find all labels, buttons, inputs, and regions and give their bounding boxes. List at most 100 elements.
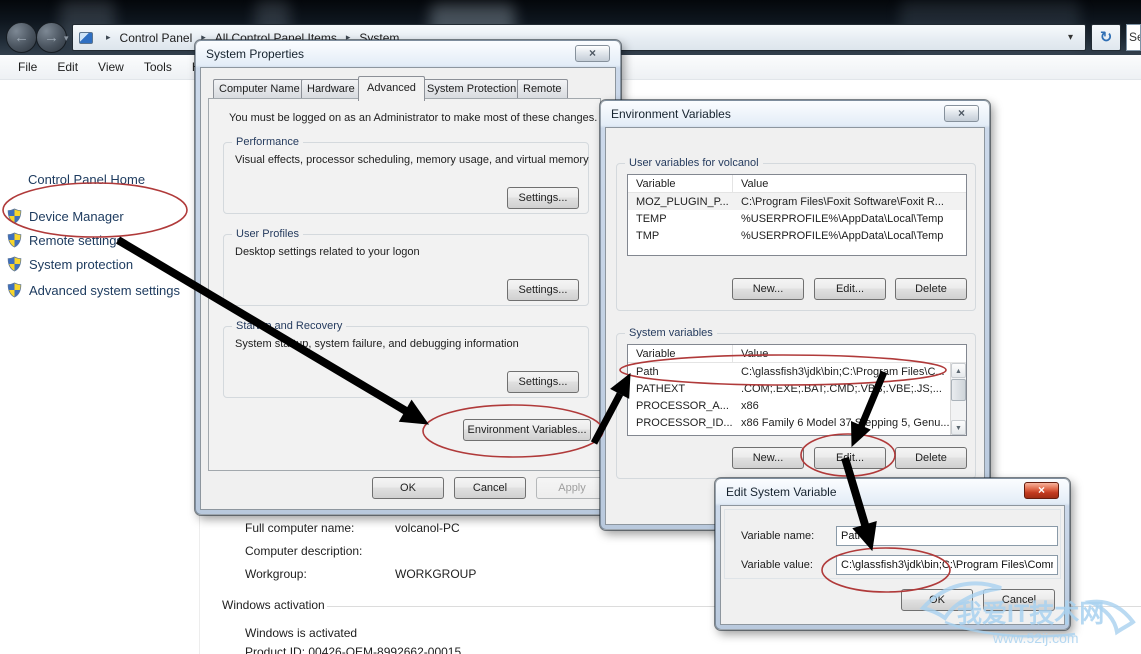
menu-view[interactable]: View <box>88 57 134 77</box>
dialog-body: User variables for volcanol Variable Val… <box>605 127 985 525</box>
menu-edit[interactable]: Edit <box>47 57 88 77</box>
sidebar-item-control-panel-home[interactable]: Control Panel Home <box>28 172 145 187</box>
startup-settings-button[interactable]: Settings... <box>507 371 579 393</box>
table-row[interactable]: PROCESSOR_ID... x86 Family 6 Model 37 St… <box>628 414 966 431</box>
column-header-value[interactable]: Value <box>733 345 966 362</box>
chevron-down-icon: ▾ <box>1067 32 1073 43</box>
info-label: Workgroup: <box>245 567 307 581</box>
system-edit-button[interactable]: Edit... <box>814 447 886 469</box>
column-header-variable[interactable]: Variable <box>628 345 733 362</box>
scroll-up-icon[interactable]: ▲ <box>951 363 966 378</box>
scroll-thumb[interactable] <box>951 379 966 401</box>
table-row-path[interactable]: Path C:\glassfish3\jdk\bin;C:\Program Fi… <box>628 363 966 380</box>
system-icon <box>79 31 93 44</box>
tab-computer-name[interactable]: Computer Name <box>213 79 306 99</box>
system-delete-button[interactable]: Delete <box>895 447 967 469</box>
close-icon: × <box>957 106 965 120</box>
breadcrumb-control-panel[interactable]: Control Panel <box>118 29 195 47</box>
search-input[interactable]: Se <box>1126 24 1141 51</box>
forward-button[interactable]: → <box>36 22 67 53</box>
menu-file[interactable]: File <box>8 57 47 77</box>
cell-value: x86 Family 6 Model 37 Stepping 5, Genu..… <box>741 416 950 429</box>
dialog-body: Variable name: Variable value: OK Cancel <box>720 505 1065 625</box>
uac-shield-icon <box>7 232 22 248</box>
close-button[interactable]: × <box>944 105 979 122</box>
variable-name-label: Variable name: <box>741 530 815 542</box>
info-label: Computer description: <box>245 544 363 558</box>
tab-system-protection[interactable]: System Protection <box>421 79 523 99</box>
table-row[interactable]: PROCESSOR_A... x86 <box>628 397 966 414</box>
dialog-title: Edit System Variable <box>726 485 837 499</box>
variable-name-input[interactable] <box>836 526 1058 546</box>
back-button[interactable]: ← <box>6 22 37 53</box>
cell-value: x86 <box>741 399 759 412</box>
environment-variables-dialog: Environment Variables × User variables f… <box>599 99 991 531</box>
uac-shield-icon <box>7 256 22 272</box>
cell-value: %USERPROFILE%\AppData\Local\Temp <box>741 229 944 242</box>
cell-variable: TEMP <box>636 212 667 225</box>
tab-advanced[interactable]: Advanced <box>358 76 425 101</box>
dialog-title: System Properties <box>206 47 305 61</box>
forward-icon: → <box>44 29 59 46</box>
close-button[interactable]: × <box>1024 482 1059 499</box>
cell-value: %USERPROFILE%\AppData\Local\Temp <box>741 212 944 225</box>
scroll-down-icon[interactable]: ▼ <box>951 420 966 435</box>
cell-variable: PATHEXT <box>636 382 686 395</box>
user-profiles-settings-button[interactable]: Settings... <box>507 279 579 301</box>
group-description: System startup, system failure, and debu… <box>235 338 519 350</box>
uac-shield-icon <box>7 282 22 298</box>
column-header-value[interactable]: Value <box>733 175 966 192</box>
user-variables-group: User variables for volcanol Variable Val… <box>616 157 976 311</box>
address-dropdown[interactable]: ▾ <box>1062 32 1079 43</box>
performance-settings-button[interactable]: Settings... <box>507 187 579 209</box>
user-edit-button[interactable]: Edit... <box>814 278 886 300</box>
close-button[interactable]: × <box>575 45 610 62</box>
group-label: User Profiles <box>232 228 303 240</box>
cancel-button[interactable]: Cancel <box>454 477 526 499</box>
table-row[interactable]: PATHEXT .COM;.EXE;.BAT;.CMD;.VBS;.VBE;.J… <box>628 380 966 397</box>
table-row[interactable]: MOZ_PLUGIN_P... C:\Program Files\Foxit S… <box>628 193 966 210</box>
cell-variable: PROCESSOR_ID... <box>636 416 733 429</box>
table-row[interactable]: TEMP %USERPROFILE%\AppData\Local\Temp <box>628 210 966 227</box>
admin-note: You must be logged on as an Administrato… <box>229 112 598 124</box>
performance-group: Performance Visual effects, processor sc… <box>223 136 589 214</box>
tab-remote[interactable]: Remote <box>517 79 568 99</box>
group-label: System variables <box>625 327 717 339</box>
cancel-button[interactable]: Cancel <box>983 589 1055 611</box>
sidebar-item-advanced-system-settings[interactable]: Advanced system settings <box>7 282 180 298</box>
apply-button[interactable]: Apply <box>536 477 608 499</box>
info-value: volcanol-PC <box>395 521 460 535</box>
sidebar-item-device-manager[interactable]: Device Manager <box>7 208 124 224</box>
edit-system-variable-dialog: Edit System Variable × Variable name: Va… <box>714 477 1071 631</box>
sidebar-item-system-protection[interactable]: System protection <box>7 256 133 272</box>
ok-button[interactable]: OK <box>901 589 973 611</box>
user-delete-button[interactable]: Delete <box>895 278 967 300</box>
refresh-button[interactable]: ↻ <box>1091 24 1121 51</box>
uac-shield-icon <box>7 208 22 224</box>
group-label: User variables for volcanol <box>625 157 763 169</box>
user-new-button[interactable]: New... <box>732 278 804 300</box>
tab-hardware[interactable]: Hardware <box>301 79 361 99</box>
ok-button[interactable]: OK <box>372 477 444 499</box>
dialog-body: Computer Name Hardware Advanced System P… <box>200 67 616 510</box>
menu-tools[interactable]: Tools <box>134 57 182 77</box>
system-new-button[interactable]: New... <box>732 447 804 469</box>
column-header-variable[interactable]: Variable <box>628 175 733 192</box>
system-properties-dialog: System Properties × Computer Name Hardwa… <box>194 39 622 516</box>
windows-activation-header: Windows activation <box>222 598 325 612</box>
variable-value-input[interactable] <box>836 555 1058 575</box>
table-header: Variable Value <box>628 345 966 363</box>
sidebar-item-label: System protection <box>29 256 134 272</box>
sidebar-item-remote-settings[interactable]: Remote settings <box>7 232 123 248</box>
group-label: Startup and Recovery <box>232 320 347 332</box>
cell-value: C:\Program Files\Foxit Software\Foxit R.… <box>741 195 944 208</box>
sidebar-item-label: Remote settings <box>29 232 123 248</box>
variable-value-label: Variable value: <box>741 559 813 571</box>
activation-status: Windows is activated <box>245 626 358 640</box>
vertical-scrollbar[interactable]: ▲ ▼ <box>950 363 966 435</box>
recent-pages-dropdown[interactable]: ▾ <box>64 33 69 44</box>
chevron-down-icon: ▾ <box>64 33 69 43</box>
environment-variables-button[interactable]: Environment Variables... <box>463 419 591 441</box>
dialog-title: Environment Variables <box>611 107 731 121</box>
table-row[interactable]: TMP %USERPROFILE%\AppData\Local\Temp <box>628 227 966 244</box>
